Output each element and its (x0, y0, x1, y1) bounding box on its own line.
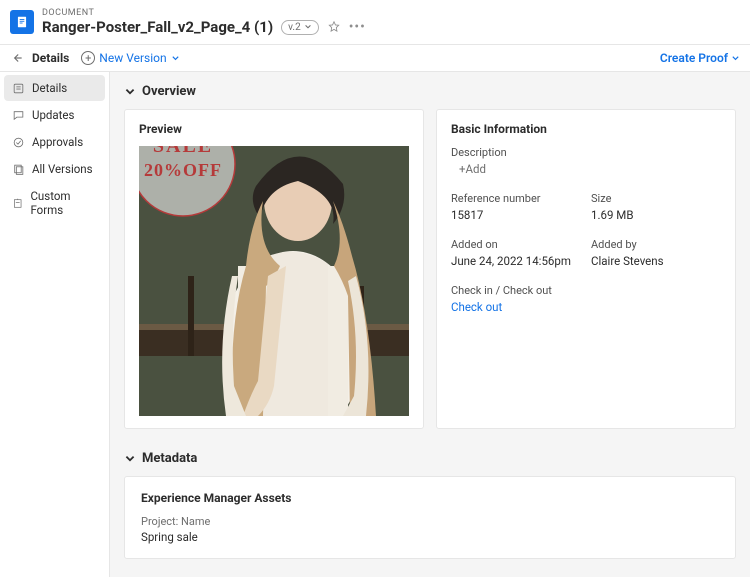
star-icon[interactable] (327, 20, 341, 34)
toolbar: Details + New Version Create Proof (0, 45, 750, 72)
sidebar-item-label: Custom Forms (30, 189, 97, 217)
project-value: Spring sale (141, 530, 719, 544)
create-proof-label: Create Proof (660, 51, 728, 65)
chevron-down-icon (731, 54, 740, 63)
size-value: 1.69 MB (591, 208, 721, 222)
details-icon (12, 82, 25, 95)
document-header: DOCUMENT Ranger-Poster_Fall_v2_Page_4 (1… (0, 0, 750, 45)
plus-circle-icon: + (81, 51, 95, 65)
overview-cards: Preview (124, 109, 736, 429)
chevron-down-icon (124, 86, 136, 98)
checkout-link[interactable]: Check out (451, 300, 581, 314)
sidebar-item-details[interactable]: Details (4, 75, 105, 101)
svg-text:SALE: SALE (153, 146, 213, 157)
added-by-value: Claire Stevens (591, 254, 721, 268)
version-pill-label: v.2 (288, 22, 301, 33)
added-by-label: Added by (591, 238, 721, 251)
basic-info-card: Basic Information Description +Add Refer… (436, 109, 736, 429)
metadata-heading: Metadata (142, 451, 197, 466)
overview-section-head[interactable]: Overview (124, 84, 736, 99)
check-circle-icon (12, 136, 25, 149)
stack-icon (12, 163, 25, 176)
new-version-button[interactable]: + New Version (81, 51, 179, 65)
metadata-card-title: Experience Manager Assets (141, 491, 719, 505)
preview-label: Preview (139, 122, 409, 136)
preview-card: Preview (124, 109, 424, 429)
chevron-down-icon (171, 54, 180, 63)
size-label: Size (591, 192, 721, 205)
new-version-label: New Version (99, 51, 166, 65)
reference-value: 15817 (451, 208, 581, 222)
more-icon[interactable]: ••• (349, 19, 366, 35)
eyebrow-label: DOCUMENT (42, 8, 366, 18)
sidebar-item-approvals[interactable]: Approvals (4, 129, 105, 155)
chevron-down-icon (124, 453, 136, 465)
added-on-label: Added on (451, 238, 581, 251)
description-label: Description (451, 146, 721, 159)
reference-label: Reference number (451, 192, 581, 205)
add-description-button[interactable]: +Add (451, 162, 721, 176)
sidebar-item-label: Updates (32, 108, 74, 122)
sidebar-item-label: Approvals (32, 135, 83, 149)
version-pill[interactable]: v.2 (281, 20, 319, 35)
sidebar-item-all-versions[interactable]: All Versions (4, 156, 105, 182)
sidebar-item-label: All Versions (32, 162, 93, 176)
document-icon (10, 10, 34, 34)
page-body: Details Updates Approvals All Versions C… (0, 72, 750, 577)
toolbar-details-label: Details (32, 51, 69, 65)
chat-icon (12, 109, 25, 122)
svg-text:20%OFF: 20%OFF (144, 160, 222, 180)
form-icon (12, 197, 23, 210)
create-proof-button[interactable]: Create Proof (660, 51, 740, 65)
sidebar-item-label: Details (32, 81, 67, 95)
preview-image[interactable]: SALE 20%OFF (139, 146, 409, 416)
chevron-down-icon (304, 23, 312, 31)
project-label: Project: Name (141, 515, 719, 528)
metadata-section: Metadata Experience Manager Assets Proje… (124, 451, 736, 559)
document-title: Ranger-Poster_Fall_v2_Page_4 (1) (42, 18, 273, 36)
metadata-section-head[interactable]: Metadata (124, 451, 736, 466)
back-icon[interactable] (10, 51, 24, 65)
metadata-card: Experience Manager Assets Project: Name … (124, 476, 736, 559)
main-content: Overview Preview (110, 72, 750, 577)
basic-info-heading: Basic Information (451, 122, 721, 136)
sidebar-item-updates[interactable]: Updates (4, 102, 105, 128)
added-on-value: June 24, 2022 14:56pm (451, 254, 581, 268)
sidebar-item-custom-forms[interactable]: Custom Forms (4, 183, 105, 223)
sidebar: Details Updates Approvals All Versions C… (0, 72, 110, 577)
checkin-label: Check in / Check out (451, 284, 581, 297)
overview-heading: Overview (142, 84, 196, 99)
